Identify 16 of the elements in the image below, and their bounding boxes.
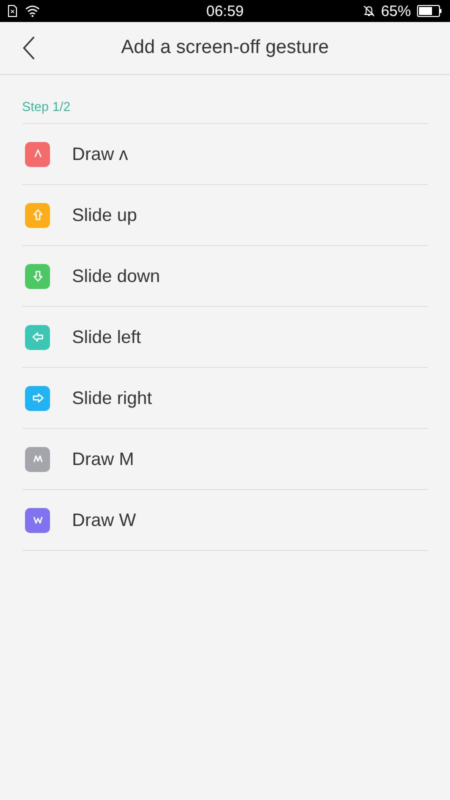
battery-icon [417,5,442,17]
gesture-item[interactable]: Slide up [22,185,428,246]
gesture-item[interactable]: Slide down [22,246,428,307]
gesture-item[interactable]: Draw W [22,490,428,551]
gesture-item[interactable]: Slide left [22,307,428,368]
wifi-icon [25,5,40,17]
gesture-item[interactable]: Slide right [22,368,428,429]
status-time: 06:59 [206,2,244,20]
back-chevron-icon [22,36,36,60]
sim-card-icon [8,5,17,17]
muted-bell-icon [362,5,375,17]
gesture-item[interactable]: Draw ʌ [22,124,428,185]
step-label: Step 1/2 [22,75,428,124]
gesture-item[interactable]: Draw M [22,429,428,490]
battery-percentage: 65% [380,2,411,20]
page-title: Add a screen-off gesture [121,37,329,59]
